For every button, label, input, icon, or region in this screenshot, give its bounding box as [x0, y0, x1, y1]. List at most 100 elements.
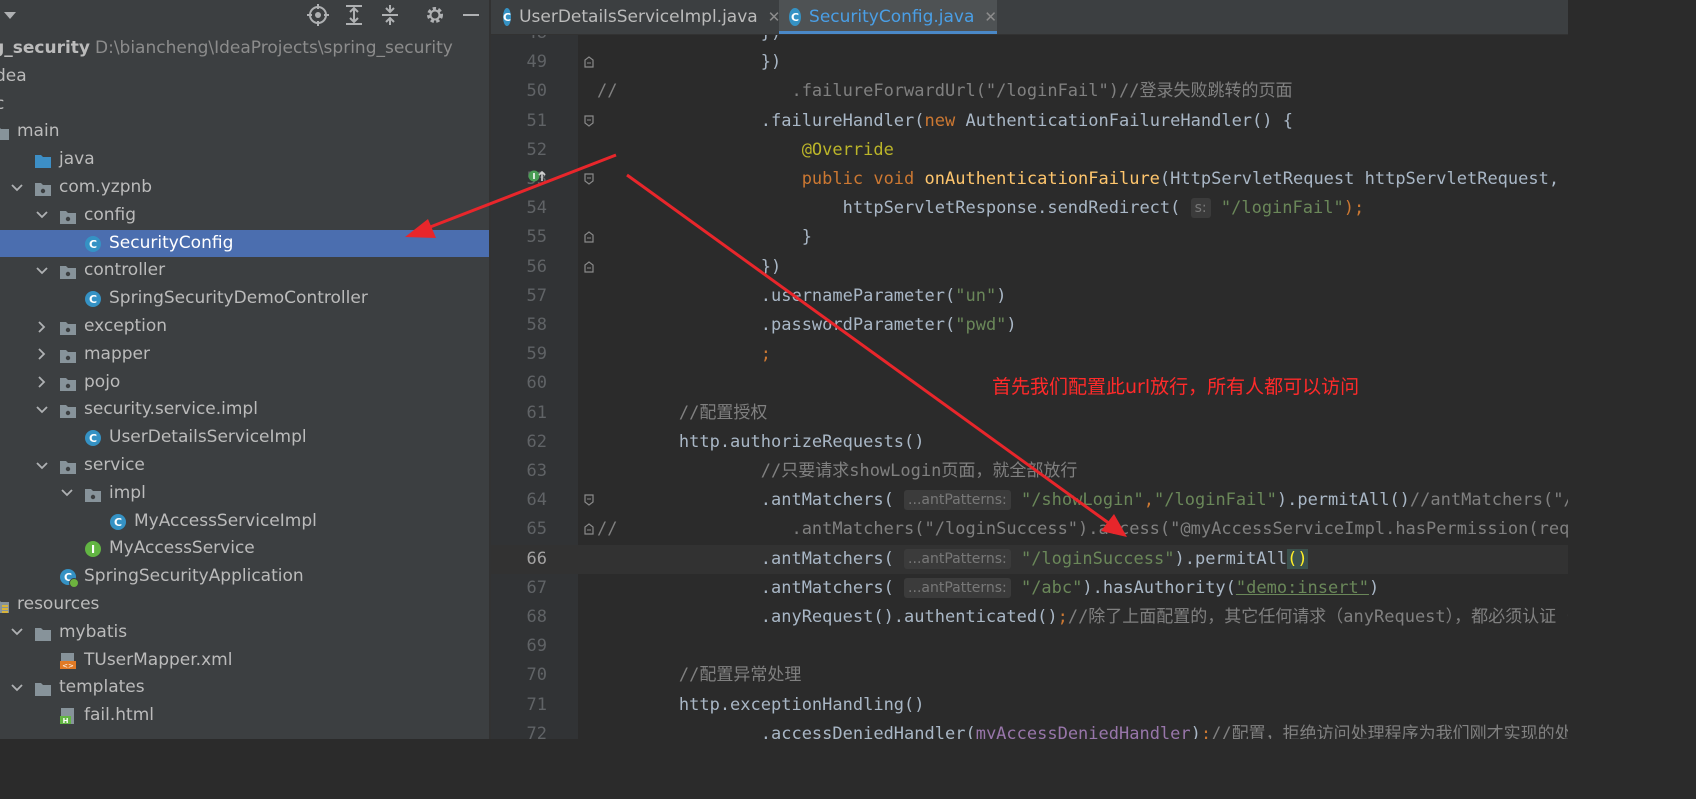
code-line[interactable]: 67 .antMatchers( ...antPatterns: "/abc")…: [491, 574, 1568, 603]
code-line[interactable]: 70 //配置异常处理: [491, 661, 1568, 690]
code-line[interactable]: 71 http.exceptionHandling(): [491, 691, 1568, 720]
tree-item[interactable]: C SpringSecurityDemoController: [0, 285, 489, 312]
tree-item[interactable]: security.service.impl: [0, 396, 489, 423]
tree-item[interactable]: mapper: [0, 341, 489, 368]
tree-item-label: templates: [59, 677, 145, 698]
chevron-down-icon[interactable]: [35, 202, 49, 229]
chevron-down-icon[interactable]: [60, 480, 74, 507]
code-line[interactable]: 54 httpServletResponse.sendRedirect( s: …: [491, 194, 1568, 223]
code-line[interactable]: 66 .antMatchers( ...antPatterns: "/login…: [491, 544, 1568, 574]
tree-item[interactable]: C SpringSecurityApplication: [0, 563, 489, 590]
code-line[interactable]: 51 .failureHandler(new AuthenticationFai…: [491, 107, 1568, 136]
tree-item[interactable]: resources: [0, 591, 489, 618]
code-line[interactable]: 72 .accessDeniedHandler(myAccessDeniedHa…: [491, 720, 1568, 739]
code-line[interactable]: 63 //只要请求showLogin页面，就全部放行: [491, 457, 1568, 486]
implements-method-icon[interactable]: I: [528, 168, 548, 184]
locate-icon[interactable]: [306, 3, 330, 27]
code-text: .accessDeniedHandler(myAccessDeniedHandl…: [597, 720, 1568, 739]
gear-icon[interactable]: [423, 3, 447, 27]
code-line[interactable]: 68 .anyRequest().authenticated();//除了上面配…: [491, 603, 1568, 632]
fold-end-icon[interactable]: [584, 523, 594, 535]
folder-icon: [0, 123, 10, 141]
code-text: http.authorizeRequests(): [597, 428, 925, 457]
code-line[interactable]: 53 public void onAuthenticationFailure(H…: [491, 165, 1568, 194]
chevron-right-icon[interactable]: [35, 369, 49, 396]
tab-user-details-service-impl[interactable]: C UserDetailsServiceImpl.java ✕: [503, 0, 780, 34]
chevron-down-icon[interactable]: [10, 619, 24, 646]
code-line[interactable]: 49 }): [491, 48, 1568, 77]
code-text: @Override: [597, 136, 894, 165]
code-line[interactable]: 65 // .antMatchers("/loginSuccess").acces…: [491, 515, 1568, 544]
chevron-down-icon[interactable]: [35, 257, 49, 284]
code-token: "demo:insert": [1235, 577, 1369, 598]
tree-item[interactable]: impl: [0, 480, 489, 507]
code-line[interactable]: 56 }): [491, 253, 1568, 282]
tree-item[interactable]: ng_securityD:\biancheng\IdeaProjects\spr…: [0, 35, 489, 62]
code-token: ).permitAll: [1174, 548, 1288, 569]
dropdown-arrow-icon[interactable]: [0, 3, 22, 27]
fold-end-icon[interactable]: [584, 56, 594, 68]
tree-item[interactable]: C SecurityConfig: [0, 229, 489, 257]
fold-end-icon[interactable]: [584, 231, 594, 243]
tree-item[interactable]: Hfail.html: [0, 702, 489, 729]
code-token: ;: [597, 344, 771, 365]
fold-start-icon[interactable]: [584, 494, 594, 506]
tree-item-label: java: [59, 149, 95, 170]
tree-item[interactable]: pojo: [0, 369, 489, 396]
tab-security-config[interactable]: C SecurityConfig.java ✕: [779, 0, 997, 34]
chevron-down-icon[interactable]: [35, 452, 49, 479]
interface-icon: I: [84, 540, 102, 558]
chevron-right-icon[interactable]: [35, 341, 49, 368]
code-line[interactable]: 64 .antMatchers( ...antPatterns: "/showL…: [491, 486, 1568, 515]
code-token: ).permitAll(): [1276, 490, 1410, 511]
line-number: 66: [526, 548, 547, 569]
tree-item[interactable]: java: [0, 146, 489, 173]
code-line[interactable]: 62 http.authorizeRequests(): [491, 428, 1568, 457]
tree-item[interactable]: C MyAccessServiceImpl: [0, 508, 489, 535]
tree-item-label: c: [0, 91, 4, 118]
fold-end-icon[interactable]: [584, 260, 594, 273]
chevron-right-icon[interactable]: [35, 313, 49, 340]
tree-item[interactable]: com.yzpnb: [0, 174, 489, 201]
code-line[interactable]: 48 }): [491, 35, 1568, 48]
tree-item[interactable]: service: [0, 452, 489, 479]
chevron-down-icon[interactable]: [10, 674, 24, 701]
tree-item[interactable]: main: [0, 118, 489, 145]
collapse-all-icon[interactable]: [378, 3, 402, 27]
tree-item[interactable]: exception: [0, 313, 489, 340]
code-line[interactable]: 58 .passwordParameter("pwd"): [491, 311, 1568, 340]
code-line[interactable]: 59 ;: [491, 340, 1568, 369]
tree-item[interactable]: mybatis: [0, 619, 489, 646]
tree-item[interactable]: C UserDetailsServiceImpl: [0, 424, 489, 451]
code-line[interactable]: 61 //配置授权: [491, 399, 1568, 428]
minimize-icon[interactable]: [459, 3, 483, 27]
code-token: ;: [1200, 723, 1212, 739]
tree-item[interactable]: config: [0, 202, 489, 229]
fold-start-icon[interactable]: [584, 114, 594, 127]
chevron-down-icon[interactable]: [10, 174, 24, 201]
tree-item-label: MyAccessServiceImpl: [134, 510, 317, 531]
code-token: }): [597, 35, 781, 43]
tree-item[interactable]: I MyAccessService: [0, 535, 489, 562]
tree-item[interactable]: c: [0, 91, 489, 118]
close-icon[interactable]: ✕: [984, 8, 997, 26]
code-token: .antMatchers(: [597, 548, 905, 569]
code-token: );: [1343, 198, 1365, 219]
tree-item[interactable]: controller: [0, 257, 489, 284]
expand-all-icon[interactable]: [342, 3, 366, 27]
fold-start-icon[interactable]: [584, 173, 594, 185]
code-line[interactable]: 52 @Override: [491, 136, 1568, 165]
code-token: ,: [1143, 490, 1155, 511]
tree-item[interactable]: templates: [0, 674, 489, 701]
code-line[interactable]: 57 .usernameParameter("un"): [491, 282, 1568, 311]
code-line[interactable]: 69: [491, 632, 1568, 661]
line-number: 68: [526, 607, 547, 627]
tree-item[interactable]: dea: [0, 63, 489, 90]
code-line[interactable]: 55 }: [491, 223, 1568, 252]
chevron-down-icon[interactable]: [35, 396, 49, 423]
code-text: // .failureForwardUrl("/loginFail")//登录失…: [597, 77, 1292, 106]
code-line[interactable]: 50 // .failureForwardUrl("/loginFail")//登…: [491, 77, 1568, 106]
tree-item[interactable]: <> TUserMapper.xml: [0, 647, 489, 674]
tree-item-label: MyAccessService: [109, 538, 255, 559]
line-number: 49: [526, 52, 547, 73]
